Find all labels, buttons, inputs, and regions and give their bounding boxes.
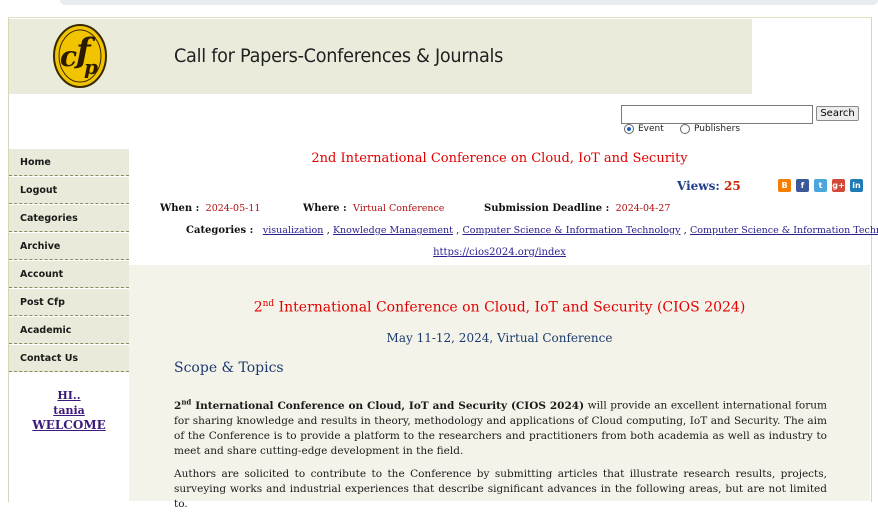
- welcome-hi-link[interactable]: HI..: [9, 388, 129, 403]
- nav-post-cfp[interactable]: Post Cfp: [9, 289, 129, 316]
- welcome-link[interactable]: WELCOME: [9, 418, 129, 433]
- radio-event[interactable]: Event: [624, 124, 664, 134]
- nav-account[interactable]: Account: [9, 261, 129, 288]
- meta-when: When : 2024-05-11: [160, 203, 260, 214]
- deadline-label: Submission Deadline :: [484, 203, 610, 214]
- svg-text:p: p: [84, 55, 98, 79]
- radio-event-label: Event: [638, 124, 664, 134]
- site-title: Call for Papers-Conferences & Journals: [174, 45, 504, 67]
- intro-bold: 2nd International Conference on Cloud, I…: [174, 397, 585, 412]
- linkedin-icon[interactable]: in: [850, 179, 863, 192]
- intro-bold-rest: International Conference on Cloud, IoT a…: [191, 399, 585, 412]
- radio-event-control[interactable]: [624, 124, 634, 134]
- google-plus-icon[interactable]: g+: [832, 179, 845, 192]
- category-link[interactable]: Computer Science & Information Technolog…: [462, 225, 680, 236]
- views-label: Views:: [677, 179, 720, 193]
- search-button[interactable]: Search: [816, 106, 859, 121]
- nav-logout[interactable]: Logout: [9, 177, 129, 204]
- radio-publishers-label: Publishers: [694, 124, 741, 134]
- event-website: https://cios2024.org/index: [129, 247, 870, 258]
- scope-heading: Scope & Topics: [174, 360, 284, 376]
- blogger-icon[interactable]: B: [778, 179, 791, 192]
- views-count: 25: [724, 179, 741, 193]
- meta-where: Where : Virtual Conference: [303, 203, 444, 214]
- nav-categories[interactable]: Categories: [9, 205, 129, 232]
- where-value: Virtual Conference: [353, 203, 445, 214]
- categories-label: Categories :: [186, 225, 254, 236]
- facebook-icon[interactable]: f: [796, 179, 809, 192]
- welcome-box: HI.. tania WELCOME: [9, 388, 129, 433]
- nav-contact-us[interactable]: Contact Us: [9, 345, 129, 372]
- category-link[interactable]: Knowledge Management: [333, 225, 453, 236]
- browser-top-strip: [0, 0, 878, 8]
- views-counter: Views: 25: [677, 179, 741, 193]
- cfp-logo[interactable]: c f p: [48, 22, 112, 90]
- conference-title-rest: International Conference on Cloud, IoT a…: [274, 299, 746, 316]
- meta-deadline: Submission Deadline : 2024-04-27: [484, 203, 670, 214]
- event-website-link[interactable]: https://cios2024.org/index: [433, 247, 566, 258]
- horizontal-scrollbar[interactable]: [60, 0, 878, 5]
- sidebar: Home Logout Categories Archive Account P…: [9, 149, 129, 501]
- authors-paragraph: Authors are solicited to contribute to t…: [174, 468, 827, 510]
- twitter-icon[interactable]: t: [814, 179, 827, 192]
- when-label: When :: [160, 203, 200, 214]
- conference-date: May 11-12, 2024, Virtual Conference: [386, 331, 613, 345]
- deadline-value: 2024-04-27: [615, 203, 671, 214]
- conference-title: 2nd International Conference on Cloud, I…: [129, 299, 870, 316]
- when-value: 2024-05-11: [205, 203, 261, 214]
- search-input[interactable]: [621, 105, 813, 124]
- radio-publishers-control[interactable]: [680, 124, 690, 134]
- conference-title-prefix: 2: [253, 299, 263, 316]
- where-label: Where :: [303, 203, 347, 214]
- radio-publishers[interactable]: Publishers: [680, 124, 740, 134]
- category-link[interactable]: Computer Science & Information Technolog…: [690, 225, 878, 236]
- svg-text:c: c: [60, 40, 77, 73]
- nav-academic-resources[interactable]: Academic Resources: [9, 317, 129, 363]
- category-link[interactable]: visualization: [263, 225, 324, 236]
- intro-bold-sup: nd: [181, 397, 192, 406]
- intro-paragraph: 2nd International Conference on Cloud, I…: [174, 394, 827, 459]
- nav-archive[interactable]: Archive: [9, 233, 129, 260]
- conference-title-sup: nd: [262, 299, 275, 309]
- categories-row: Categories : visualization , Knowledge M…: [186, 225, 878, 236]
- welcome-user-link[interactable]: tania: [9, 403, 129, 418]
- event-title: 2nd International Conference on Cloud, I…: [311, 151, 688, 166]
- nav-home[interactable]: Home: [9, 149, 129, 176]
